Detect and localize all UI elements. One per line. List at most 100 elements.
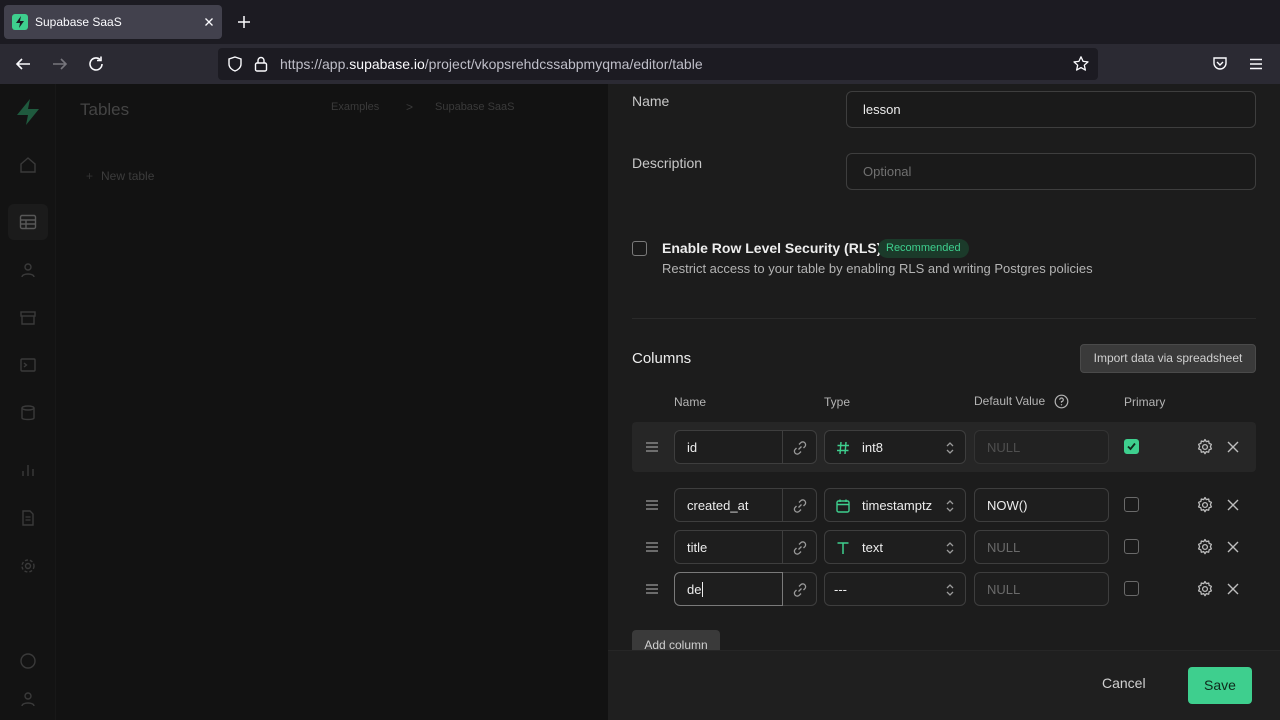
users-icon[interactable] bbox=[19, 261, 37, 279]
chevron-updown-icon bbox=[945, 498, 955, 514]
browser-nav-bar: https://app.supabase.io/project/vkopsreh… bbox=[0, 44, 1280, 84]
link-icon bbox=[792, 540, 808, 556]
description-input[interactable]: Optional bbox=[846, 153, 1256, 190]
url-prefix: https://app. bbox=[280, 56, 350, 72]
column-name-input[interactable]: title bbox=[674, 530, 783, 564]
docs-file-icon[interactable] bbox=[19, 509, 37, 527]
default-value-input: NULL bbox=[974, 430, 1109, 464]
cancel-button[interactable]: Cancel bbox=[1102, 675, 1146, 691]
sql-terminal-icon[interactable] bbox=[19, 356, 37, 374]
app-background: Tables Examples > Supabase SaaS + New tab… bbox=[0, 84, 608, 720]
column-settings-gear-icon[interactable] bbox=[1196, 496, 1214, 514]
primary-key-checkbox[interactable] bbox=[1124, 439, 1139, 454]
column-type-select[interactable]: --- bbox=[824, 572, 966, 606]
close-tab-icon[interactable] bbox=[201, 14, 217, 30]
column-name-value: de bbox=[687, 581, 702, 597]
link-icon bbox=[792, 582, 808, 598]
table-editor-icon[interactable] bbox=[19, 213, 37, 231]
help-question-icon[interactable] bbox=[1054, 394, 1069, 409]
panel-footer: Cancel Save bbox=[608, 650, 1280, 720]
column-type-value: timestamptz bbox=[862, 498, 933, 513]
column-name-input[interactable]: created_at bbox=[674, 488, 783, 522]
chevron-updown-icon bbox=[945, 540, 955, 556]
checkmark-icon bbox=[1127, 442, 1136, 451]
menu-hamburger-icon[interactable] bbox=[1247, 55, 1265, 73]
foreign-key-link-button[interactable] bbox=[783, 530, 817, 564]
column-name-input[interactable]: id bbox=[674, 430, 783, 464]
import-spreadsheet-button[interactable]: Import data via spreadsheet bbox=[1080, 344, 1256, 373]
url-bar[interactable]: https://app.supabase.io/project/vkopsreh… bbox=[218, 48, 1098, 80]
back-arrow-icon[interactable] bbox=[14, 55, 32, 73]
url-text[interactable]: https://app.supabase.io/project/vkopsreh… bbox=[280, 56, 703, 72]
supabase-logo-icon[interactable] bbox=[15, 98, 41, 126]
foreign-key-link-button[interactable] bbox=[783, 488, 817, 522]
remove-column-x-icon[interactable] bbox=[1226, 582, 1240, 596]
description-label: Description bbox=[632, 155, 703, 171]
breadcrumb-org[interactable]: Examples bbox=[331, 101, 379, 113]
column-type-select[interactable]: int8 bbox=[824, 430, 966, 464]
home-icon[interactable] bbox=[19, 156, 37, 174]
help-circle-icon[interactable] bbox=[19, 652, 37, 670]
default-value-input[interactable]: NULL bbox=[974, 572, 1109, 606]
remove-column-x-icon[interactable] bbox=[1226, 498, 1240, 512]
browser-tab[interactable]: Supabase SaaS bbox=[4, 5, 222, 39]
remove-column-x-icon[interactable] bbox=[1226, 440, 1240, 454]
rls-checkbox[interactable] bbox=[632, 241, 647, 256]
calendar-icon bbox=[835, 498, 851, 514]
link-icon bbox=[792, 498, 808, 514]
column-type-value: text bbox=[862, 540, 883, 555]
rls-title: Enable Row Level Security (RLS) bbox=[662, 240, 882, 256]
lock-icon[interactable] bbox=[253, 55, 269, 73]
new-tab-plus-icon[interactable] bbox=[234, 12, 254, 32]
column-type-select[interactable]: timestamptz bbox=[824, 488, 966, 522]
tables-page-title: Tables bbox=[80, 100, 130, 119]
drag-handle-icon[interactable] bbox=[645, 584, 659, 594]
add-column-button[interactable]: Add column bbox=[632, 630, 720, 650]
settings-gear-icon[interactable] bbox=[19, 557, 37, 575]
account-avatar-icon[interactable] bbox=[19, 690, 37, 708]
section-divider bbox=[632, 318, 1256, 319]
primary-key-checkbox[interactable] bbox=[1124, 497, 1139, 512]
column-type-value: int8 bbox=[862, 440, 883, 455]
link-icon bbox=[792, 440, 808, 456]
default-value-input[interactable]: NOW() bbox=[974, 488, 1109, 522]
forward-arrow-icon[interactable] bbox=[51, 55, 69, 73]
breadcrumb-project[interactable]: Supabase SaaS bbox=[435, 101, 515, 113]
foreign-key-link-button[interactable] bbox=[783, 430, 817, 464]
hash-icon bbox=[835, 440, 851, 456]
name-label: Name bbox=[632, 93, 670, 109]
save-button[interactable]: Save bbox=[1188, 667, 1252, 704]
app-sidebar bbox=[0, 84, 56, 720]
column-settings-gear-icon[interactable] bbox=[1196, 538, 1214, 556]
column-name-input[interactable]: de bbox=[674, 572, 783, 606]
drag-handle-icon[interactable] bbox=[645, 542, 659, 552]
drag-handle-icon[interactable] bbox=[645, 442, 659, 452]
columns-heading: Columns bbox=[632, 350, 692, 367]
table-name-input[interactable]: lesson bbox=[846, 91, 1256, 128]
storage-archive-icon[interactable] bbox=[19, 309, 37, 327]
url-host: supabase.io bbox=[349, 56, 425, 72]
remove-column-x-icon[interactable] bbox=[1226, 540, 1240, 554]
supabase-favicon-icon bbox=[12, 14, 28, 30]
reports-chart-icon[interactable] bbox=[19, 461, 37, 479]
create-table-panel: Name lesson Description Optional Enable … bbox=[608, 84, 1280, 720]
bookmark-star-icon[interactable] bbox=[1072, 55, 1090, 73]
column-type-select[interactable]: text bbox=[824, 530, 966, 564]
column-header-default: Default Value bbox=[974, 394, 1046, 408]
foreign-key-link-button[interactable] bbox=[783, 572, 817, 606]
shield-icon[interactable] bbox=[226, 55, 244, 73]
text-cursor bbox=[702, 581, 704, 597]
database-icon[interactable] bbox=[19, 404, 37, 422]
text-type-icon bbox=[835, 540, 851, 556]
primary-key-checkbox[interactable] bbox=[1124, 539, 1139, 554]
drag-handle-icon[interactable] bbox=[645, 500, 659, 510]
rls-description: Restrict access to your table by enablin… bbox=[662, 261, 1093, 276]
column-settings-gear-icon[interactable] bbox=[1196, 438, 1214, 456]
column-type-value: --- bbox=[834, 582, 847, 597]
default-value-input[interactable]: NULL bbox=[974, 530, 1109, 564]
column-settings-gear-icon[interactable] bbox=[1196, 580, 1214, 598]
reload-icon[interactable] bbox=[87, 55, 105, 73]
new-table-button[interactable]: + New table bbox=[86, 169, 154, 183]
pocket-icon[interactable] bbox=[1211, 55, 1229, 73]
primary-key-checkbox[interactable] bbox=[1124, 581, 1139, 596]
